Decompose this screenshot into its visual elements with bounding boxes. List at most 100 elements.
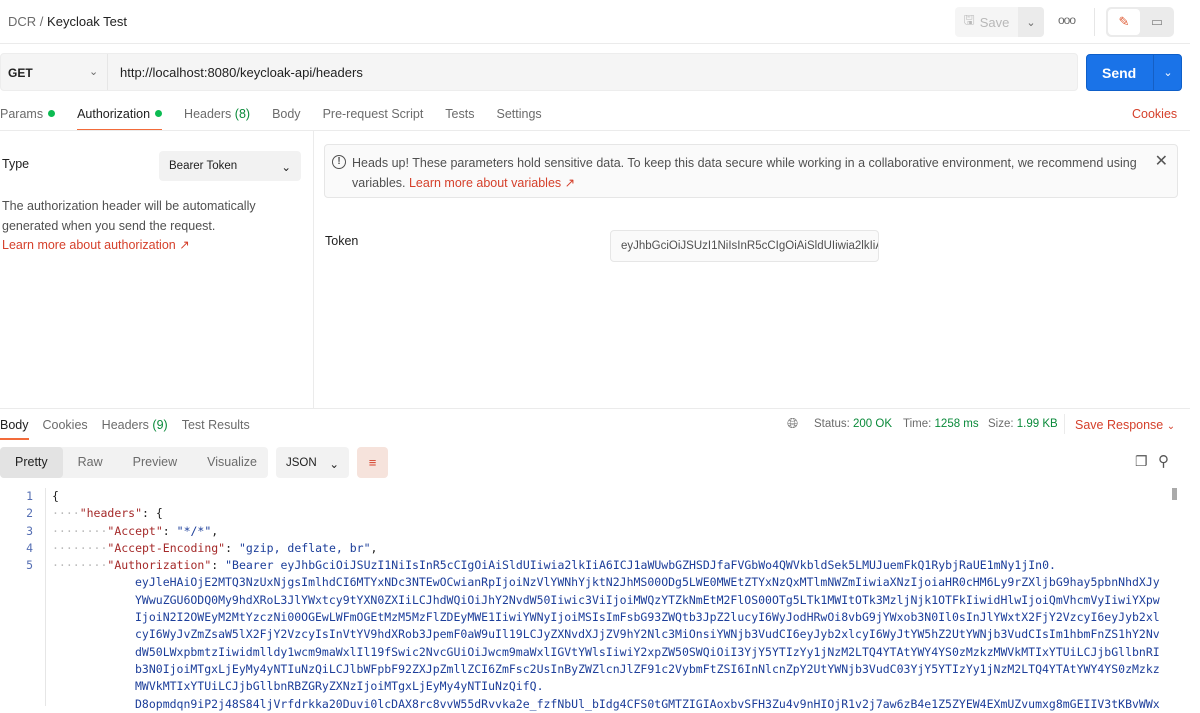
globe-icon[interactable]: 🌐︎: [787, 415, 798, 432]
view-mode-tabs: Pretty Raw Preview Visualize: [0, 447, 268, 478]
json-value: "gzip, deflate, br": [238, 540, 371, 555]
chevron-down-icon: ⌄: [329, 459, 339, 471]
url-input[interactable]: http://localhost:8080/keycloak-api/heade…: [120, 65, 363, 80]
tab-params[interactable]: Params: [0, 107, 56, 131]
time-value: 1258 ms: [934, 418, 979, 430]
breadcrumb-separator: /: [39, 14, 44, 29]
code-text: : {: [142, 506, 163, 521]
auth-description-text: The authorization header will be automat…: [2, 199, 256, 233]
edit-pencil-icon[interactable]: ✎: [1108, 9, 1140, 35]
json-value-continuation: YWwuZGU6ODQ0My9hdXRoL3JlYWxtcy9tYXN0ZXIi…: [135, 592, 1160, 607]
status-label: Status:: [814, 418, 850, 430]
chevron-down-icon[interactable]: ⌄: [89, 65, 98, 78]
line-number: 3: [26, 523, 33, 538]
save-label: Save: [979, 14, 1010, 30]
view-pretty[interactable]: Pretty: [0, 447, 63, 478]
json-value-continuation: cyI6WyJvZmZsaW5lX2FjY2VzcyIsInVtYV9hdXRo…: [135, 627, 1160, 642]
divider: [313, 130, 314, 408]
chevron-down-icon: ⌄: [1166, 421, 1176, 432]
breadcrumb: DCR / Keycloak Test: [8, 14, 127, 29]
line-number: 2: [26, 506, 33, 521]
code-text: {: [52, 489, 59, 503]
request-tabs: Params Authorization Headers (8) Body Pr…: [0, 107, 564, 131]
save-button[interactable]: 🖫 Save: [955, 7, 1018, 37]
info-icon: !: [332, 155, 346, 169]
chevron-down-icon: ⌄: [281, 162, 291, 174]
send-dropdown-chevron-icon[interactable]: ⌄: [1153, 55, 1182, 90]
search-icon[interactable]: ⚲: [1158, 452, 1169, 470]
time-label: Time:: [903, 418, 932, 430]
divider: [107, 54, 108, 90]
response-tabs: Body Cookies Headers (9) Test Results: [0, 418, 264, 440]
tab-count: (9): [152, 418, 168, 432]
json-key: "headers": [79, 506, 143, 521]
tab-response-headers[interactable]: Headers (9): [102, 418, 168, 440]
auth-description: The authorization header will be automat…: [2, 197, 292, 256]
json-value-continuation: eyJleHAiOjE2MTQ3NzUxNjgsImlhdCI6MTYxNDc3…: [135, 575, 1160, 590]
save-dropdown-chevron-icon[interactable]: ⌄: [1018, 7, 1044, 37]
json-key: "Accept-Encoding": [107, 540, 226, 555]
json-value-continuation: D8opmdqn9iP2j48S84ljVrfdrkka20Duvi0lcDAX…: [135, 696, 1160, 711]
format-value: JSON: [286, 457, 317, 469]
json-value-continuation: dW50LWxpbmtzIiwidmlldy1wcm9maWxlIl19fSwi…: [135, 644, 1160, 659]
json-value: "*/*": [176, 523, 212, 538]
auth-type-select[interactable]: Bearer Token ⌄: [159, 151, 301, 181]
save-response-button[interactable]: Save Response ⌄: [1075, 418, 1175, 432]
token-input[interactable]: eyJhbGciOiJSUzI1NiIsInR5cCIgOiAiSldUIiwi…: [610, 230, 879, 262]
view-visualize[interactable]: Visualize: [192, 447, 272, 478]
method-select[interactable]: GET: [8, 66, 33, 80]
scrollbar[interactable]: [1172, 488, 1177, 500]
view-toggle: ✎ ▭: [1106, 7, 1174, 37]
learn-more-variables-link[interactable]: Learn more about variables ↗: [409, 176, 575, 190]
request-title[interactable]: Keycloak Test: [47, 14, 127, 29]
size-readout: Size: 1.99 KB: [988, 418, 1058, 430]
size-label: Size:: [988, 418, 1014, 430]
tab-headers[interactable]: Headers (8): [184, 107, 250, 131]
json-value-continuation: IjoiN2I2OWEyM2MtYzczNi00OGEwLWFmOGEtMzM5…: [135, 610, 1160, 625]
tab-settings[interactable]: Settings: [496, 107, 541, 131]
json-key: "Accept": [107, 523, 163, 538]
json-value: "Bearer eyJhbGciOiJSUzI1NiIsInR5cCIgOiAi…: [225, 558, 1056, 573]
tab-response-cookies[interactable]: Cookies: [43, 418, 88, 440]
tab-label: Headers: [184, 107, 232, 121]
close-icon[interactable]: ✕: [1155, 152, 1168, 172]
save-response-label: Save Response: [1075, 418, 1164, 432]
tab-pre-request-script[interactable]: Pre-request Script: [323, 107, 424, 131]
line-number: 1: [26, 489, 33, 503]
view-raw[interactable]: Raw: [63, 447, 118, 478]
format-select[interactable]: JSON ⌄: [276, 447, 349, 478]
type-label: Type: [2, 157, 30, 171]
json-value-continuation: MWVkMTIxYTUiLCJjbGllbnRBZGRyZXNzIjoiMTgx…: [135, 679, 544, 694]
divider: [1064, 414, 1065, 434]
wrap-lines-icon[interactable]: ≡: [357, 447, 388, 478]
breadcrumb-parent[interactable]: DCR: [8, 14, 36, 29]
tab-body[interactable]: Body: [272, 107, 301, 131]
status-value: 200 OK: [853, 418, 893, 430]
more-options-icon[interactable]: ooo: [1058, 13, 1076, 27]
send-button[interactable]: Send ⌄: [1086, 54, 1182, 91]
tab-tests[interactable]: Tests: [445, 107, 474, 131]
line-number: 5: [26, 558, 33, 573]
learn-more-authorization-link[interactable]: Learn more about authorization ↗: [2, 238, 190, 252]
divider: [0, 130, 1190, 131]
tab-label: Params: [0, 107, 44, 121]
tab-authorization[interactable]: Authorization: [77, 107, 163, 131]
json-key: "Authorization": [107, 558, 212, 573]
view-preview[interactable]: Preview: [118, 447, 192, 478]
copy-icon[interactable]: ❐: [1135, 453, 1148, 470]
save-icon: 🖫: [963, 12, 975, 27]
cookies-link[interactable]: Cookies: [1132, 107, 1177, 121]
active-dot-icon: [48, 110, 56, 117]
size-value: 1.99 KB: [1016, 418, 1058, 430]
tab-test-results[interactable]: Test Results: [182, 418, 250, 440]
comment-icon[interactable]: ▭: [1142, 9, 1172, 35]
tab-label: Authorization: [77, 107, 151, 121]
active-dot-icon: [155, 110, 163, 117]
token-label: Token: [325, 234, 359, 248]
tab-response-body[interactable]: Body: [0, 418, 29, 440]
tab-count: (8): [234, 107, 251, 121]
sensitive-data-alert: ! Heads up! These parameters hold sensiti…: [324, 144, 1178, 198]
json-value-continuation: b3N0IjoiMTgxLjEyMy4yNTIuNzQiLCJlbWFpbF92…: [135, 661, 1160, 676]
divider: [0, 408, 1190, 409]
auth-type-value: Bearer Token: [169, 160, 238, 172]
